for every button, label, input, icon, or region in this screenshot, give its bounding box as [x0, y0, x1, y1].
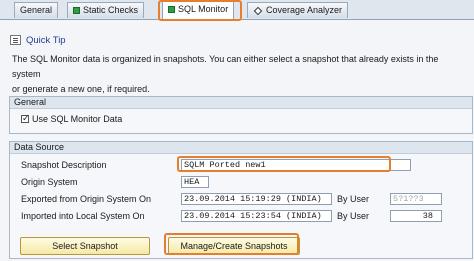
general-group-title: General	[10, 97, 472, 109]
quick-tip-text: The SQL Monitor data is organized in sna…	[12, 52, 468, 97]
origin-system-label: Origin System	[21, 177, 78, 187]
exported-on-field[interactable]: 23.09.2014 15:19:29 (INDIA)	[181, 193, 332, 205]
manage-create-snapshots-button[interactable]: Manage/Create Snapshots	[168, 237, 300, 255]
imported-by-user-label: By User	[337, 211, 370, 221]
tab-coverage-analyzer[interactable]: Coverage Analyzer	[247, 2, 349, 18]
data-source-group-title: Data Source	[10, 142, 472, 154]
imported-on-label: Imported into Local System On	[21, 211, 145, 221]
tab-general[interactable]: General	[14, 2, 59, 18]
tab-sql-monitor[interactable]: SQL Monitor	[162, 1, 235, 19]
snapshot-description-label: Snapshot Description	[21, 160, 107, 170]
tab-coverage-analyzer-label: Coverage Analyzer	[266, 5, 343, 15]
quick-tip-title[interactable]: Quick Tip	[26, 35, 66, 46]
general-group: General Use SQL Monitor Data	[9, 96, 473, 134]
quick-tip-line-2: or generate a new one, if required.	[12, 84, 150, 94]
exported-by-user-label: By User	[337, 194, 370, 204]
tab-static-checks-label: Static Checks	[83, 5, 139, 15]
tab-static-checks[interactable]: Static Checks	[67, 2, 145, 18]
tab-sql-monitor-label: SQL Monitor	[178, 4, 229, 14]
origin-system-field[interactable]: HEA	[181, 176, 209, 188]
quick-tip-line-1: The SQL Monitor data is organized in sna…	[12, 54, 439, 79]
green-square-icon	[73, 7, 80, 14]
diamond-icon	[253, 6, 263, 16]
sql-monitor-screen: General Static Checks SQL Monitor Covera…	[0, 0, 474, 261]
tab-bar: General Static Checks SQL Monitor Covera…	[0, 0, 474, 20]
select-snapshot-button[interactable]: Select Snapshot	[20, 237, 150, 255]
green-square-icon	[168, 6, 175, 13]
exported-by-user-field[interactable]: 5?1??3	[390, 193, 442, 205]
data-source-group: Data Source Snapshot Description SQLM Po…	[9, 141, 473, 259]
imported-on-field[interactable]: 23.09.2014 15:23:54 (INDIA)	[181, 210, 332, 222]
imported-by-user-field[interactable]: 38	[390, 210, 442, 222]
quick-tip-icon	[10, 35, 21, 45]
snapshot-description-field[interactable]: SQLM Ported new1	[181, 159, 411, 171]
use-sql-monitor-checkbox[interactable]	[21, 113, 30, 124]
exported-on-label: Exported from Origin System On	[21, 194, 152, 204]
tab-general-label: General	[20, 5, 53, 15]
use-sql-monitor-label: Use SQL Monitor Data	[32, 114, 123, 124]
